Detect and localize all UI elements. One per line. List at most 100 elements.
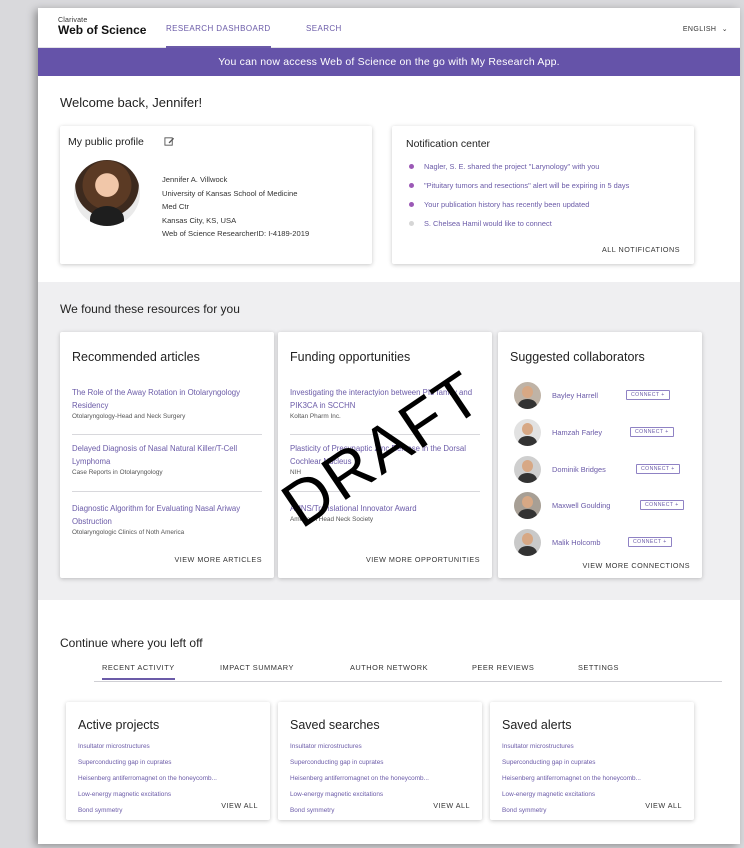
article-item[interactable]: Diagnostic Algorithm for Evaluating Nasa…	[72, 502, 268, 536]
article-source: Otolaryngology-Head and Neck Surgery	[72, 413, 186, 420]
notification-item[interactable]: S. Chelsea Hamil would like to connect	[406, 219, 629, 238]
collaborator-row: Dominik Bridges CONNECT +	[514, 456, 704, 484]
suggested-collaborators-card: Suggested collaborators Bayley Harrell C…	[498, 332, 702, 578]
recommended-articles-card: Recommended articles The Role of the Awa…	[60, 332, 274, 578]
collaborator-avatar[interactable]	[514, 456, 541, 483]
list-item[interactable]: Superconducting gap in cuprates	[78, 758, 217, 774]
profile-department: Med Ctr	[162, 202, 190, 212]
funding-link[interactable]: AHNS/Translational Innovator Award	[290, 502, 486, 515]
unread-dot-icon	[409, 164, 414, 169]
article-link[interactable]: Diagnostic Algorithm for Evaluating Nasa…	[72, 502, 268, 528]
language-selector[interactable]: ENGLISH ⌄	[683, 25, 728, 33]
unread-dot-icon	[409, 202, 414, 207]
view-all-link[interactable]: VIEW ALL	[433, 801, 470, 810]
view-more-articles-link[interactable]: VIEW MORE ARTICLES	[174, 555, 262, 564]
chevron-down-icon: ⌄	[721, 26, 728, 33]
collaborator-name[interactable]: Dominik Bridges	[552, 465, 606, 474]
collaborator-name[interactable]: Bayley Harrell	[552, 391, 598, 400]
list-item[interactable]: Low-energy magnetic excitations	[502, 790, 641, 806]
connect-button[interactable]: CONNECT +	[630, 427, 674, 437]
tab-settings[interactable]: SETTINGS	[578, 663, 619, 672]
collaborator-row: Maxwell Goulding CONNECT +	[514, 492, 704, 520]
divider	[290, 491, 480, 492]
notification-title: Notification center	[406, 138, 491, 150]
profile-avatar[interactable]	[74, 160, 140, 226]
list-item[interactable]: Bond symmetry	[502, 806, 641, 822]
list-item[interactable]: Insultator microstructures	[78, 742, 217, 758]
resources-title: We found these resources for you	[60, 302, 240, 316]
edit-icon[interactable]	[164, 136, 175, 147]
notification-item[interactable]: "Pituitary tumors and resections" alert …	[406, 181, 629, 200]
tab-search[interactable]: SEARCH	[306, 24, 342, 33]
logo-wos: Web of Science	[58, 23, 147, 37]
list-item[interactable]: Low-energy magnetic excitations	[78, 790, 217, 806]
tab-impact-summary[interactable]: IMPACT SUMMARY	[220, 663, 294, 672]
saved-searches-list: Insultator microstructures Superconducti…	[290, 742, 429, 822]
connect-button[interactable]: CONNECT +	[636, 464, 680, 474]
language-label: ENGLISH	[682, 26, 717, 33]
profile-institution: University of Kansas School of Medicine	[162, 188, 298, 198]
app-banner[interactable]: You can now access Web of Science on the…	[38, 48, 740, 76]
article-link[interactable]: The Role of the Away Rotation in Otolary…	[72, 386, 268, 412]
funding-item[interactable]: Plasticity of Presynaptic Zinc Release i…	[290, 442, 486, 476]
collaborator-row: Hamzah Farley CONNECT +	[514, 419, 704, 447]
profile-location: Kansas City, KS, USA	[162, 215, 237, 225]
view-more-connections-link[interactable]: VIEW MORE CONNECTIONS	[582, 561, 690, 570]
collaborator-name[interactable]: Hamzah Farley	[552, 428, 602, 437]
notification-text: Nagler, S. E. shared the project "Laryno…	[424, 162, 600, 171]
unread-dot-icon	[409, 183, 414, 188]
collaborator-avatar[interactable]	[514, 529, 541, 556]
collaborator-name[interactable]: Maxwell Goulding	[552, 501, 610, 510]
tab-recent-activity[interactable]: RECENT ACTIVITY	[102, 663, 175, 680]
funding-link[interactable]: Plasticity of Presynaptic Zinc Release i…	[290, 442, 486, 468]
active-projects-card: Active projects Insultator microstructur…	[66, 702, 270, 820]
tab-research-dashboard[interactable]: RESEARCH DASHBOARD	[166, 24, 271, 48]
funding-source: American Head Neck Society	[290, 516, 374, 523]
list-item[interactable]: Heisenberg antiferromagnet on the honeyc…	[78, 774, 217, 790]
notification-item[interactable]: Your publication history has recently be…	[406, 200, 629, 219]
list-item[interactable]: Bond symmetry	[78, 806, 217, 822]
connect-button[interactable]: CONNECT +	[628, 537, 672, 547]
funding-item[interactable]: AHNS/Translational Innovator Award Ameri…	[290, 502, 486, 523]
article-item[interactable]: The Role of the Away Rotation in Otolary…	[72, 386, 268, 420]
collaborator-avatar[interactable]	[514, 419, 541, 446]
notification-item[interactable]: Nagler, S. E. shared the project "Laryno…	[406, 162, 629, 181]
funding-item[interactable]: Investigating the interactyion between P…	[290, 386, 486, 420]
article-item[interactable]: Delayed Diagnosis of Nasal Natural Kille…	[72, 442, 268, 476]
collaborator-row: Malik Holcomb CONNECT +	[514, 529, 704, 557]
active-projects-title: Active projects	[78, 718, 160, 732]
all-notifications-link[interactable]: ALL NOTIFICATIONS	[602, 245, 680, 254]
collaborator-row: Bayley Harrell CONNECT +	[514, 382, 704, 410]
list-item[interactable]: Heisenberg antiferromagnet on the honeyc…	[290, 774, 429, 790]
list-item[interactable]: Insultator microstructures	[290, 742, 429, 758]
active-projects-list: Insultator microstructures Superconducti…	[78, 742, 217, 822]
collaborators-title: Suggested collaborators	[510, 350, 645, 364]
list-item[interactable]: Heisenberg antiferromagnet on the honeyc…	[502, 774, 641, 790]
tab-peer-reviews[interactable]: PEER REVIEWS	[472, 663, 534, 672]
saved-alerts-list: Insultator microstructures Superconducti…	[502, 742, 641, 822]
list-item[interactable]: Superconducting gap in cuprates	[502, 758, 641, 774]
list-item[interactable]: Bond symmetry	[290, 806, 429, 822]
collaborator-name[interactable]: Malik Holcomb	[552, 538, 600, 547]
wos-logo[interactable]: Clarivate Web of Science	[58, 17, 146, 36]
funding-link[interactable]: Investigating the interactyion between P…	[290, 386, 486, 412]
tab-author-network[interactable]: AUTHOR NETWORK	[350, 663, 428, 672]
view-all-link[interactable]: VIEW ALL	[645, 801, 682, 810]
profile-title: My public profile	[68, 136, 144, 148]
view-more-opportunities-link[interactable]: VIEW MORE OPPORTUNITIES	[366, 555, 480, 564]
read-dot-icon	[409, 221, 414, 226]
view-all-link[interactable]: VIEW ALL	[221, 801, 258, 810]
collaborator-avatar[interactable]	[514, 382, 541, 409]
notification-text: "Pituitary tumors and resections" alert …	[424, 181, 630, 190]
app-window: Clarivate Web of Science RESEARCH DASHBO…	[38, 8, 740, 844]
top-nav: Clarivate Web of Science RESEARCH DASHBO…	[38, 8, 740, 48]
notification-list: Nagler, S. E. shared the project "Laryno…	[406, 162, 629, 238]
list-item[interactable]: Insultator microstructures	[502, 742, 641, 758]
article-link[interactable]: Delayed Diagnosis of Nasal Natural Kille…	[72, 442, 268, 468]
tabs-divider	[94, 681, 722, 682]
list-item[interactable]: Superconducting gap in cuprates	[290, 758, 429, 774]
connect-button[interactable]: CONNECT +	[626, 390, 670, 400]
list-item[interactable]: Low-energy magnetic excitations	[290, 790, 429, 806]
connect-button[interactable]: CONNECT +	[640, 500, 684, 510]
collaborator-avatar[interactable]	[514, 492, 541, 519]
